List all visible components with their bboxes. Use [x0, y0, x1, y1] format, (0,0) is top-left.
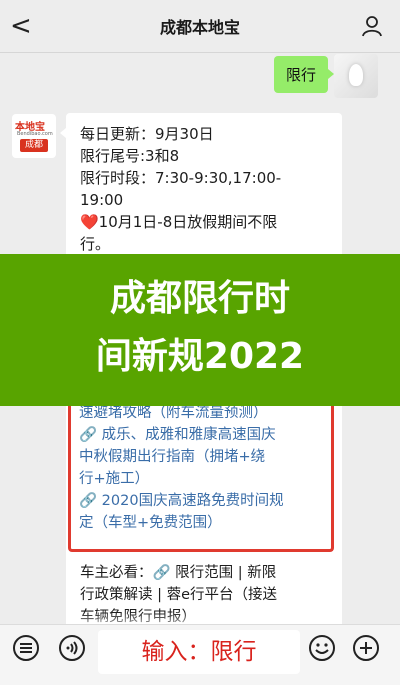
message-input[interactable]: 输入：限行 — [98, 630, 300, 674]
reply-line: 限行时段：7:30-9:30,17:00- — [80, 169, 282, 187]
plus-icon[interactable] — [352, 634, 380, 662]
banner-line-2: 间新规2022 — [95, 336, 305, 377]
chat-title: 成都本地宝 — [159, 18, 240, 37]
link-item[interactable]: 行+施工） — [79, 468, 329, 490]
link-item[interactable]: 中秋假期出行指南（拥堵+绕 — [79, 446, 329, 468]
title-banner: 成都限行时 间新规2022 — [0, 254, 400, 406]
reply-line: 19:00 — [80, 191, 124, 209]
chat-header: < 成都本地宝 — [0, 0, 400, 52]
emoji-icon[interactable] — [308, 634, 336, 662]
voice-icon[interactable] — [58, 634, 86, 662]
header-divider — [0, 52, 400, 53]
my-message-bubble[interactable]: 限行 — [273, 56, 335, 93]
footer-line[interactable]: 行政策解读 | 蓉e行平台（接送 — [80, 584, 338, 606]
banner-line-1: 成都限行时 — [109, 278, 290, 319]
reply-line: 限行尾号:3和8 — [80, 147, 180, 165]
user-icon[interactable] — [360, 14, 384, 38]
avatar-logo-sub: Bendibao.com — [17, 131, 53, 137]
menu-icon[interactable] — [12, 634, 40, 662]
link-list-box: 速避堵攻略（附车流量预测） 🔗 成乐、成雅和雅康高速国庆 中秋假期出行指南（拥堵… — [68, 405, 334, 552]
link-item[interactable]: 定（车型+免费范围） — [79, 512, 329, 534]
avatar-city-badge: 成都 — [20, 139, 48, 152]
link-item[interactable]: 🔗 成乐、成雅和雅康高速国庆 — [79, 424, 329, 446]
reply-line: ❤️10月1日-8日放假期间不限 — [80, 213, 278, 231]
bot-avatar[interactable]: 本地宝 Bendibao.com 成都 — [12, 114, 56, 158]
reply-line: 每日更新：9月30日 — [80, 125, 214, 143]
footer-line[interactable]: 车主必看：🔗 限行范围 | 新限 — [80, 562, 338, 584]
my-message-text: 限行 — [285, 66, 316, 84]
link-item[interactable]: 🔗 2020国庆高速路免费时间规 — [79, 490, 329, 512]
my-avatar[interactable] — [334, 54, 378, 98]
reply-text: 每日更新：9月30日 限行尾号:3和8 限行时段：7:30-9:30,17:00… — [80, 123, 332, 255]
